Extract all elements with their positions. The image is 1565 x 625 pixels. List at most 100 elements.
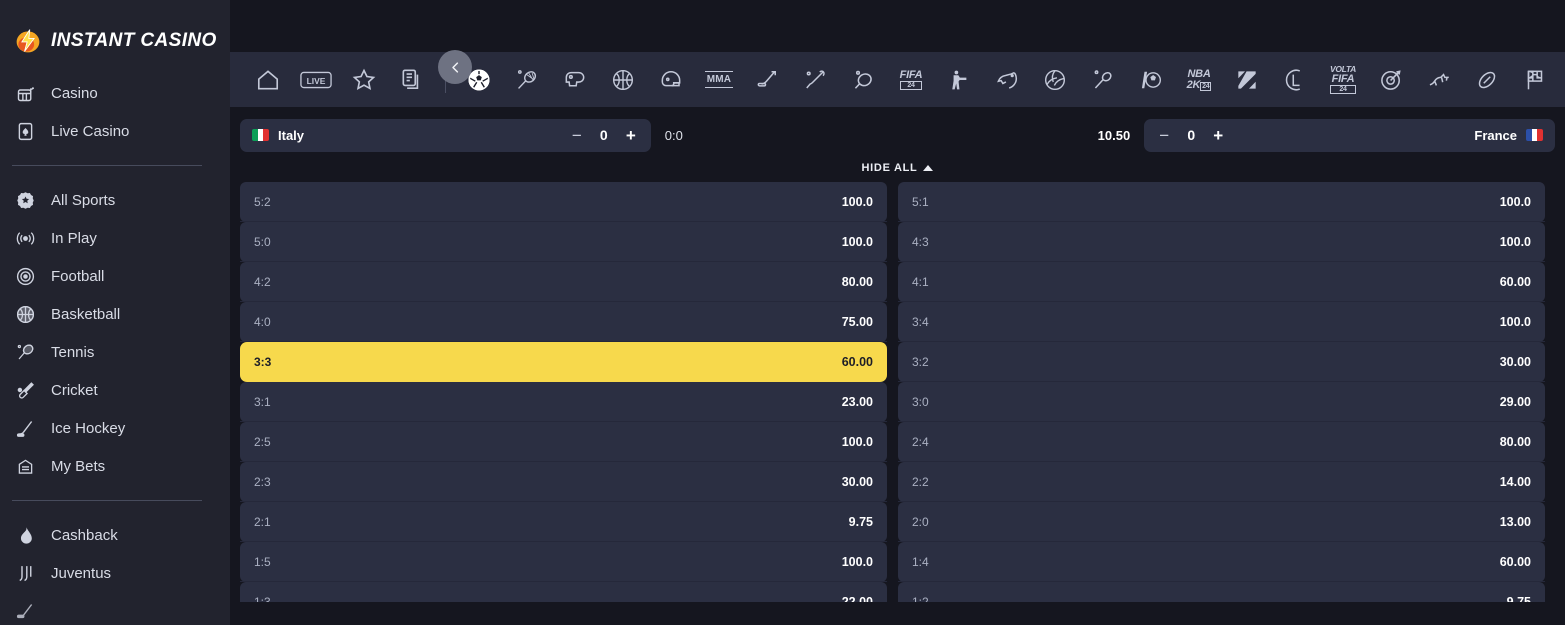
toolbar-dota-icon[interactable] [1223, 52, 1271, 107]
odds-value: 100.0 [1499, 235, 1531, 249]
odds-value: 100.0 [841, 195, 873, 209]
toolbar-fifa-24-icon[interactable]: FIFA 24 [887, 52, 935, 107]
toolbar-tennis-racket-icon[interactable] [503, 52, 551, 107]
odds-row[interactable]: 5:2 100.0 [240, 182, 887, 222]
odds-row[interactable]: 3:4 100.0 [898, 302, 1545, 342]
odds-row[interactable]: 4:2 80.00 [240, 262, 887, 302]
sidebar-item-juventus[interactable]: Juventus [0, 554, 230, 592]
home-increase-button[interactable]: + [623, 127, 639, 144]
sidebar-item-cricket[interactable]: Cricket [0, 371, 230, 409]
hide-all-label: HIDE ALL [861, 162, 918, 174]
odds-score: 4:2 [254, 275, 271, 289]
sidebar-item-in-play[interactable]: In Play [0, 219, 230, 257]
sports-toolbar: LIVE MMA FIFA 24 NBA 2K 24 VOLTA FIFA 24 [230, 52, 1565, 107]
odds-row[interactable]: 5:1 100.0 [898, 182, 1545, 222]
home-decrease-button[interactable]: − [569, 127, 585, 144]
home-goal-stepper: − 0 + [569, 127, 639, 144]
sidebar-item-live-casino[interactable]: Live Casino [0, 112, 230, 150]
toolbar-efootball-icon[interactable] [1127, 52, 1175, 107]
toolbar-darts-target-icon[interactable] [1367, 52, 1415, 107]
mma-text: MMA [704, 71, 734, 88]
odds-value: 80.00 [1499, 435, 1531, 449]
svg-text:LIVE: LIVE [307, 75, 326, 85]
brand[interactable]: INSTANT CASINO [0, 0, 230, 62]
toolbar-nba-2k24-icon[interactable]: NBA 2K 24 [1175, 52, 1223, 107]
odds-row[interactable]: 1:5 100.0 [240, 542, 887, 582]
sidebar-item-cashback[interactable]: Cashback [0, 516, 230, 554]
odds-row[interactable]: 3:2 30.00 [898, 342, 1545, 382]
toolbar-boxing-glove-icon[interactable] [551, 52, 599, 107]
sidebar-divider-2 [12, 500, 202, 501]
odds-row[interactable]: 5:0 100.0 [240, 222, 887, 262]
toolbar-mma-label-icon[interactable]: MMA [695, 52, 743, 107]
sidebar-item-casino[interactable]: Casino [0, 74, 230, 112]
sidebar-item-all-sports[interactable]: All Sports [0, 181, 230, 219]
toolbar-baseball-bat-icon[interactable] [791, 52, 839, 107]
odds-value: 29.00 [1499, 395, 1531, 409]
odds-row[interactable]: 2:0 13.00 [898, 502, 1545, 542]
odds-row[interactable]: 2:1 9.75 [240, 502, 887, 542]
toolbar-football-helmet-icon[interactable] [647, 52, 695, 107]
toolbar-documents-icon[interactable] [388, 52, 436, 107]
sidebar-collapse-button[interactable] [438, 50, 472, 84]
odds-row[interactable]: 4:3 100.0 [898, 222, 1545, 262]
toolbar-star-icon[interactable] [340, 52, 388, 107]
toolbar-partial-icon[interactable] [1559, 52, 1565, 107]
odds-column-left: 5:2 100.0 5:0 100.0 4:2 80.00 4:0 75.00 3:3 60.00… [240, 182, 887, 602]
odds-value: 100.0 [1499, 195, 1531, 209]
odds-value: 60.00 [841, 355, 873, 369]
toolbar-live-label-icon[interactable]: LIVE [292, 52, 340, 107]
nba-2k24-text: NBA 2K 24 [1186, 67, 1212, 91]
sidebar-item-basketball[interactable]: Basketball [0, 295, 230, 333]
odds-row[interactable]: 2:3 30.00 [240, 462, 887, 502]
sidebar-item-ice-hockey[interactable]: Ice Hockey [0, 409, 230, 447]
odds-row[interactable]: 4:0 75.00 [240, 302, 887, 342]
odds-row[interactable]: 3:1 23.00 [240, 382, 887, 422]
odds-row[interactable]: 2:4 80.00 [898, 422, 1545, 462]
toolbar-horse-head-icon[interactable] [983, 52, 1031, 107]
toolbar-basketball-icon[interactable] [599, 52, 647, 107]
odds-value: 9.75 [1506, 595, 1531, 602]
hide-all-button[interactable]: HIDE ALL [862, 162, 934, 174]
sidebar-divider-1 [12, 165, 202, 166]
odds-value: 100.0 [841, 235, 873, 249]
toolbar-volta-fifa-icon[interactable]: VOLTA FIFA 24 [1319, 52, 1367, 107]
odds-value: 9.75 [848, 515, 873, 529]
sidebar-group-sports: All Sports In Play Football Basketball T… [0, 181, 230, 485]
main-content: LIVE MMA FIFA 24 NBA 2K 24 VOLTA FIFA 24… [230, 0, 1565, 625]
odds-row[interactable]: 1:3 22.00 [240, 582, 887, 602]
odds-score: 4:3 [912, 235, 929, 249]
away-team-box: − 0 + France [1144, 118, 1556, 152]
toolbar-hockey-stick-icon[interactable] [743, 52, 791, 107]
toolbar-home-icon[interactable] [244, 52, 292, 107]
toolbar-table-tennis-paddle-icon[interactable] [839, 52, 887, 107]
toolbar-rugby-ball-icon[interactable] [1463, 52, 1511, 107]
away-team-name: France [1474, 127, 1518, 143]
toolbar-greyhound-icon[interactable] [1415, 52, 1463, 107]
odds-row[interactable]: 3:0 29.00 [898, 382, 1545, 422]
toolbar-league-of-legends-icon[interactable] [1271, 52, 1319, 107]
toolbar-shooter-soldier-icon[interactable] [935, 52, 983, 107]
toolbar-badminton-racket-icon[interactable] [1079, 52, 1127, 107]
odds-row[interactable]: 2:2 14.00 [898, 462, 1545, 502]
sidebar-item-label: In Play [51, 229, 97, 247]
odds-value: 100.0 [1499, 315, 1531, 329]
sidebar-item-partial[interactable] [0, 592, 230, 625]
odds-row[interactable]: 1:4 60.00 [898, 542, 1545, 582]
odds-row[interactable]: 1:2 9.75 [898, 582, 1545, 602]
away-increase-button[interactable]: + [1210, 127, 1226, 144]
live-broadcast-icon [14, 227, 36, 249]
odds-row[interactable]: 3:3 60.00 [240, 342, 887, 382]
away-decrease-button[interactable]: − [1156, 127, 1172, 144]
odds-row[interactable]: 4:1 60.00 [898, 262, 1545, 302]
sidebar-item-label: Cashback [51, 526, 118, 544]
odds-value: 80.00 [841, 275, 873, 289]
sidebar-item-tennis[interactable]: Tennis [0, 333, 230, 371]
toolbar-checkered-flag-icon[interactable] [1511, 52, 1559, 107]
toolbar-volleyball-icon[interactable] [1031, 52, 1079, 107]
sidebar-group-extras: Cashback Juventus [0, 516, 230, 625]
sidebar-item-football[interactable]: Football [0, 257, 230, 295]
odds-row[interactable]: 2:5 100.0 [240, 422, 887, 462]
odds-column-right: 5:1 100.0 4:3 100.0 4:1 60.00 3:4 100.0 3:2 30.00… [898, 182, 1545, 602]
sidebar-item-my-bets[interactable]: My Bets [0, 447, 230, 485]
